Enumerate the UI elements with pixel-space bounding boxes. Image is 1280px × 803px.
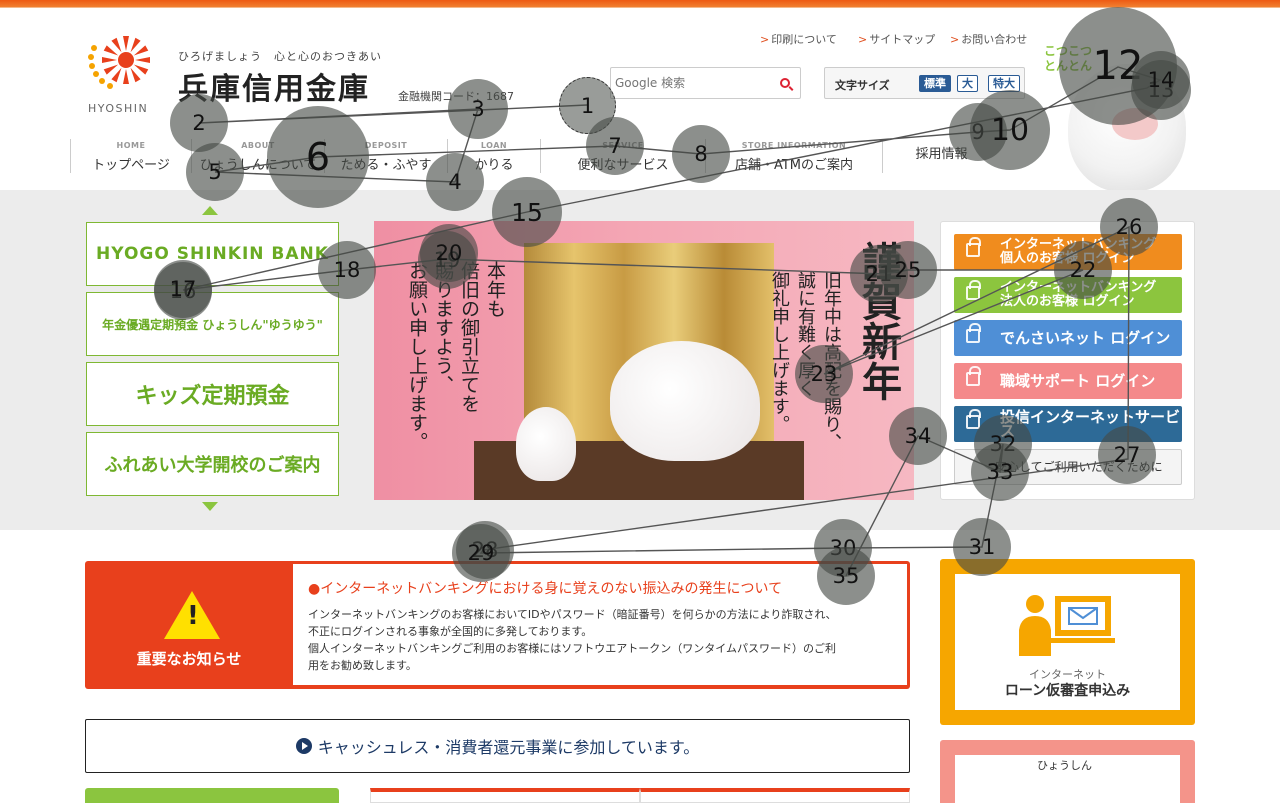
marker: 33: [971, 443, 1029, 501]
marker: 27: [1098, 426, 1156, 484]
marker: 15: [492, 177, 562, 247]
marker: 18: [318, 241, 376, 299]
marker: 25: [879, 241, 937, 299]
marker: 6: [267, 106, 369, 208]
marker: 31: [953, 518, 1011, 576]
marker: 3: [448, 79, 508, 139]
marker: 8: [672, 125, 730, 183]
marker: 34: [889, 407, 947, 465]
marker: 7: [586, 117, 644, 175]
marker: 29: [452, 524, 510, 582]
marker: 4: [426, 153, 484, 211]
marker: 35: [817, 547, 875, 605]
marker: 14: [1132, 51, 1190, 109]
marker: 5: [186, 143, 244, 201]
marker: 17: [154, 260, 212, 318]
marker: 20: [420, 224, 478, 282]
marker: 26: [1100, 198, 1158, 256]
marker: 23: [795, 345, 853, 403]
marker: 10: [970, 90, 1050, 170]
marker: 22: [1054, 241, 1112, 299]
